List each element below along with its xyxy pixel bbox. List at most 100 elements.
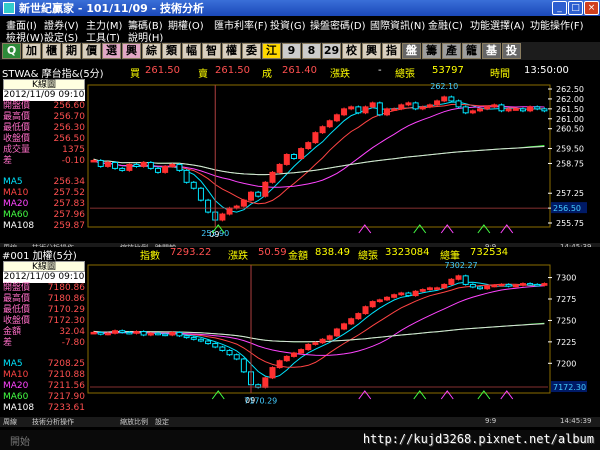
menu-item[interactable]: 投資(G): [270, 17, 306, 32]
toolbar-button[interactable]: 校: [342, 43, 361, 59]
start-button[interactable]: 開始: [10, 433, 30, 448]
candle-body: [205, 199, 212, 213]
toolbar-button[interactable]: 興: [362, 43, 381, 59]
candle-body: [104, 332, 111, 336]
toolbar-button[interactable]: 委: [242, 43, 261, 59]
toolbar-button[interactable]: 期: [62, 43, 81, 59]
candle-body: [477, 286, 484, 290]
candle-body: [133, 163, 140, 167]
index-value: 7293.22: [170, 247, 212, 258]
signal-marker: [358, 224, 372, 234]
toolbar-button[interactable]: 基: [482, 43, 501, 59]
axis-tick-label: 7225: [556, 338, 576, 347]
toolbar-button[interactable]: 29: [322, 43, 341, 59]
candle-body: [104, 161, 111, 167]
toolbar-button[interactable]: 指: [382, 43, 401, 59]
signal-marker: [413, 390, 427, 400]
candle-body: [326, 120, 333, 128]
candle-body: [126, 331, 133, 335]
candle-body: [412, 102, 419, 110]
toolbar-button[interactable]: 櫃: [42, 43, 61, 59]
candle-body: [391, 108, 398, 111]
candle-body: [183, 335, 190, 339]
price-box-label: 256.50: [553, 204, 581, 213]
signal-marker: [440, 390, 454, 400]
chart-panel-mtx: STWA& 摩台指&(5分) 買 261.50 賣 261.50 成 261.4…: [0, 65, 600, 254]
candle-body: [162, 333, 169, 337]
toolbar-button[interactable]: 興: [122, 43, 141, 59]
menu-item[interactable]: 功能操作(F): [530, 17, 584, 32]
candle-body: [534, 283, 541, 287]
menu-item[interactable]: 期權(O): [168, 17, 204, 32]
candle-body: [226, 349, 233, 356]
candle-body: [512, 284, 519, 288]
candle-body: [276, 360, 283, 369]
toolbar-button[interactable]: 盤: [402, 43, 421, 59]
toolbar-button[interactable]: 籌: [422, 43, 441, 59]
toolbar-button[interactable]: 產: [442, 43, 461, 59]
candle-body: [448, 96, 455, 102]
chart-frame: [87, 264, 551, 394]
toolbar-button[interactable]: 智: [202, 43, 221, 59]
candle-body: [97, 159, 104, 167]
close-button[interactable]: ×: [584, 1, 599, 15]
signal-marker: [500, 390, 514, 400]
candle-body: [441, 283, 448, 289]
candle-body: [477, 108, 484, 112]
candle-body: [276, 163, 283, 173]
candle-body: [312, 132, 319, 144]
axis-tick-label: 7200: [556, 359, 576, 368]
axis-tick-label: 259.50: [556, 145, 584, 154]
candle-body: [154, 332, 161, 336]
candle-body: [426, 287, 433, 291]
candle-body: [512, 108, 519, 111]
ma5-line: [93, 101, 545, 213]
toolbar-button[interactable]: Q: [2, 43, 21, 59]
toolbar-button[interactable]: 幅: [182, 43, 201, 59]
candle-body: [290, 154, 297, 159]
signal-marker: [477, 390, 491, 400]
candle-body: [248, 191, 255, 201]
menu-item[interactable]: 匯市利率(F): [214, 17, 268, 32]
ma20-line: [93, 106, 545, 188]
axis-tick-label: 7250: [556, 316, 576, 325]
candle-body: [319, 338, 326, 344]
toolbar-button[interactable]: 權: [222, 43, 241, 59]
candle-body: [362, 306, 369, 315]
toolbar-button[interactable]: 加: [22, 43, 41, 59]
menu-item[interactable]: 金融(C): [428, 17, 463, 32]
sell-value: 261.50: [215, 65, 250, 76]
candlestick-chart-taiex[interactable]: 73007275725072257200097302.277170.297172…: [0, 259, 600, 426]
maximize-button[interactable]: □: [568, 1, 583, 15]
axis-tick-label: 7275: [556, 295, 576, 304]
candle-body: [519, 108, 526, 112]
candle-body: [283, 355, 290, 362]
candlestick-chart-mtx[interactable]: 262.50262.00261.50261.00260.50 259.50 258.…: [0, 77, 600, 250]
candle-body: [498, 104, 505, 112]
toolbar-button[interactable]: 價: [82, 43, 101, 59]
ma10-line: [93, 103, 545, 205]
toolbar-button[interactable]: 籠: [462, 43, 481, 59]
toolbar-button[interactable]: 類: [162, 43, 181, 59]
menu-item[interactable]: 國際資訊(N): [370, 17, 425, 32]
candle-body: [448, 278, 455, 285]
menu-item[interactable]: 功能選擇(A): [470, 17, 525, 32]
candle-body: [355, 313, 362, 320]
signal-marker: [211, 390, 225, 400]
candle-body: [341, 108, 348, 116]
quote-header: #001 加權(5分) 指數 7293.22 漲跌 50.59 金額 838.4…: [0, 247, 600, 262]
candle-body: [183, 169, 190, 183]
candle-body: [348, 318, 355, 325]
toolbar-button[interactable]: 8: [302, 43, 321, 59]
toolbar-button[interactable]: 9: [282, 43, 301, 59]
candle-body: [305, 343, 312, 351]
candle-body: [305, 142, 312, 150]
toolbar-button[interactable]: 投: [502, 43, 521, 59]
toolbar-button[interactable]: 選: [102, 43, 121, 59]
candle-body: [112, 330, 119, 334]
axis-tick-label: 261.50: [556, 105, 584, 114]
minimize-button[interactable]: _: [552, 1, 567, 15]
menu-item[interactable]: 操盤密碼(D): [310, 17, 366, 32]
toolbar-button[interactable]: 江: [262, 43, 281, 59]
toolbar-button[interactable]: 綜: [142, 43, 161, 59]
